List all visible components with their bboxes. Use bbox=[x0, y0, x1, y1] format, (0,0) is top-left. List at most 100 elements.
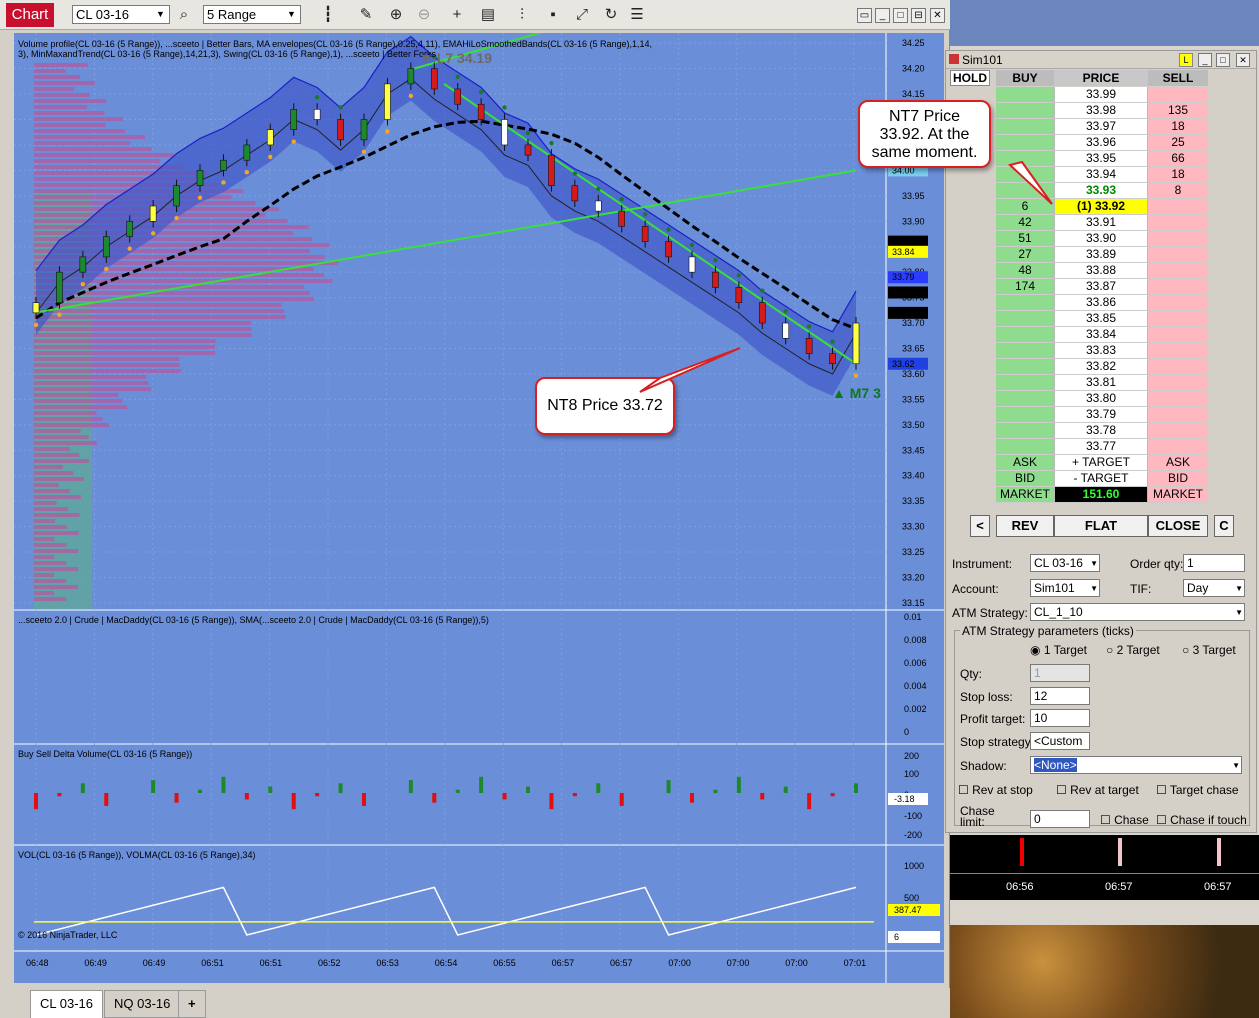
rev-at-stop-checkbox[interactable]: ☐ Rev at stop bbox=[958, 783, 1033, 797]
window-minimize-icon[interactable]: _ bbox=[1198, 53, 1212, 67]
pencil-icon[interactable]: ✎ bbox=[356, 5, 376, 25]
account-select[interactable]: Sim101 ▼ bbox=[1030, 579, 1100, 597]
sell-cell[interactable] bbox=[1148, 279, 1208, 295]
sell-cell[interactable] bbox=[1148, 359, 1208, 375]
window-close-icon[interactable]: ✕ bbox=[930, 8, 945, 23]
buy-cell[interactable] bbox=[996, 167, 1054, 183]
sell-cell[interactable] bbox=[1148, 391, 1208, 407]
ladder-row[interactable]: 33.79 bbox=[996, 407, 1208, 423]
price-cell[interactable]: (1) 33.92 bbox=[1054, 199, 1148, 215]
strategies-icon[interactable]: ▪ bbox=[543, 5, 563, 25]
window-restore-icon[interactable]: ▭ bbox=[857, 8, 872, 23]
price-cell[interactable]: 33.99 bbox=[1054, 87, 1148, 103]
target-chase-checkbox[interactable]: ☐ Target chase bbox=[1156, 783, 1239, 797]
ladder-row[interactable]: 33.94 18 bbox=[996, 167, 1208, 183]
ladder-row[interactable]: 6 (1) 33.92 bbox=[996, 199, 1208, 215]
instrument-select[interactable]: CL 03-16 ▼ bbox=[72, 5, 170, 24]
data-box-icon[interactable]: ▤ bbox=[478, 5, 498, 25]
price-cell[interactable]: 33.86 bbox=[1054, 295, 1148, 311]
atm-strategy-select[interactable]: CL_1_10 ▼ bbox=[1030, 603, 1245, 621]
sell-cell[interactable] bbox=[1148, 247, 1208, 263]
buy-cell[interactable] bbox=[996, 87, 1054, 103]
sell-cell[interactable] bbox=[1148, 311, 1208, 327]
buy-cell[interactable]: BID bbox=[996, 471, 1054, 487]
buy-cell[interactable]: 42 bbox=[996, 215, 1054, 231]
stop-strategy-select[interactable]: <Custom bbox=[1030, 732, 1090, 750]
close-position-button[interactable]: CLOSE bbox=[1148, 515, 1208, 537]
ladder-row[interactable]: 48 33.88 bbox=[996, 263, 1208, 279]
price-cell[interactable]: 33.94 bbox=[1054, 167, 1148, 183]
flatten-button[interactable]: FLAT bbox=[1054, 515, 1148, 537]
ladder-row[interactable]: 174 33.87 bbox=[996, 279, 1208, 295]
price-cell[interactable]: 33.97 bbox=[1054, 119, 1148, 135]
ladder-row[interactable]: BID - TARGET BID bbox=[996, 471, 1208, 487]
price-cell[interactable]: 33.84 bbox=[1054, 327, 1148, 343]
price-cell[interactable]: 33.78 bbox=[1054, 423, 1148, 439]
ladder-row[interactable]: 33.96 25 bbox=[996, 135, 1208, 151]
buy-cell[interactable] bbox=[996, 295, 1054, 311]
qty-stepper[interactable]: 1 bbox=[1030, 664, 1090, 682]
zoom-in-icon[interactable]: ⊕ bbox=[386, 5, 406, 25]
ladder-row[interactable]: 33.81 bbox=[996, 375, 1208, 391]
ladder-row[interactable]: 33.93 8 bbox=[996, 183, 1208, 199]
bar-type-icon[interactable]: ┇ bbox=[318, 5, 338, 25]
reverse-button[interactable]: REV bbox=[996, 515, 1054, 537]
sell-cell[interactable]: 8 bbox=[1148, 183, 1208, 199]
reload-icon[interactable]: ↻ bbox=[601, 5, 621, 25]
price-cell[interactable]: 33.95 bbox=[1054, 151, 1148, 167]
order-qty-stepper[interactable]: 1 bbox=[1183, 554, 1245, 572]
price-cell[interactable]: 33.87 bbox=[1054, 279, 1148, 295]
buy-cell[interactable] bbox=[996, 327, 1054, 343]
target-2-radio[interactable]: ○ 2 Target bbox=[1106, 643, 1160, 657]
ladder-row[interactable]: 33.80 bbox=[996, 391, 1208, 407]
buy-cell[interactable] bbox=[996, 103, 1054, 119]
price-cell[interactable]: 33.82 bbox=[1054, 359, 1148, 375]
ladder-row[interactable]: 42 33.91 bbox=[996, 215, 1208, 231]
ladder-row[interactable]: 33.86 bbox=[996, 295, 1208, 311]
sell-cell[interactable]: MARKET bbox=[1148, 487, 1208, 503]
add-tab-button[interactable]: + bbox=[178, 990, 206, 1018]
buy-cell[interactable]: 174 bbox=[996, 279, 1054, 295]
sell-cell[interactable] bbox=[1148, 327, 1208, 343]
price-cell[interactable]: 33.88 bbox=[1054, 263, 1148, 279]
price-cell[interactable]: + TARGET bbox=[1054, 455, 1148, 471]
buy-cell[interactable] bbox=[996, 135, 1054, 151]
stop-loss-stepper[interactable]: 12 bbox=[1030, 687, 1090, 705]
search-icon[interactable]: ⌕ bbox=[174, 5, 194, 25]
tif-select[interactable]: Day ▼ bbox=[1183, 579, 1245, 597]
profit-target-stepper[interactable]: 10 bbox=[1030, 709, 1090, 727]
chase-checkbox[interactable]: ☐ Chase bbox=[1100, 813, 1149, 827]
buy-cell[interactable] bbox=[996, 391, 1054, 407]
instrument-select[interactable]: CL 03-16 ▼ bbox=[1030, 554, 1100, 572]
chase-if-touch-checkbox[interactable]: ☐ Chase if touch bbox=[1156, 813, 1247, 827]
buy-cell[interactable] bbox=[996, 423, 1054, 439]
ladder-row[interactable]: 33.78 bbox=[996, 423, 1208, 439]
scroll-left-button[interactable]: < bbox=[970, 515, 990, 537]
buy-cell[interactable] bbox=[996, 375, 1054, 391]
ladder-row[interactable]: 33.84 bbox=[996, 327, 1208, 343]
ladder-row[interactable]: 33.95 66 bbox=[996, 151, 1208, 167]
sell-cell[interactable] bbox=[1148, 439, 1208, 455]
sell-cell[interactable] bbox=[1148, 295, 1208, 311]
sell-cell[interactable]: ASK bbox=[1148, 455, 1208, 471]
indicators-icon[interactable]: ⫶ bbox=[512, 5, 532, 25]
chart-trader-icon[interactable]: ⤢ bbox=[572, 5, 592, 25]
ladder-row[interactable]: 33.99 bbox=[996, 87, 1208, 103]
buy-cell[interactable]: ASK bbox=[996, 455, 1054, 471]
chart-menu-button[interactable]: Chart bbox=[6, 3, 54, 27]
sell-cell[interactable]: 18 bbox=[1148, 119, 1208, 135]
sell-cell[interactable]: 25 bbox=[1148, 135, 1208, 151]
price-cell[interactable]: 33.90 bbox=[1054, 231, 1148, 247]
sell-cell[interactable] bbox=[1148, 375, 1208, 391]
price-cell[interactable]: 33.91 bbox=[1054, 215, 1148, 231]
buy-cell[interactable] bbox=[996, 359, 1054, 375]
price-cell[interactable]: 33.80 bbox=[1054, 391, 1148, 407]
sell-cell[interactable]: 66 bbox=[1148, 151, 1208, 167]
price-cell[interactable]: 33.81 bbox=[1054, 375, 1148, 391]
price-cell[interactable]: 33.83 bbox=[1054, 343, 1148, 359]
buy-cell[interactable] bbox=[996, 439, 1054, 455]
ladder-row[interactable]: 33.97 18 bbox=[996, 119, 1208, 135]
ladder-row[interactable]: 33.98 135 bbox=[996, 103, 1208, 119]
sell-cell[interactable] bbox=[1148, 215, 1208, 231]
buy-cell[interactable] bbox=[996, 183, 1054, 199]
